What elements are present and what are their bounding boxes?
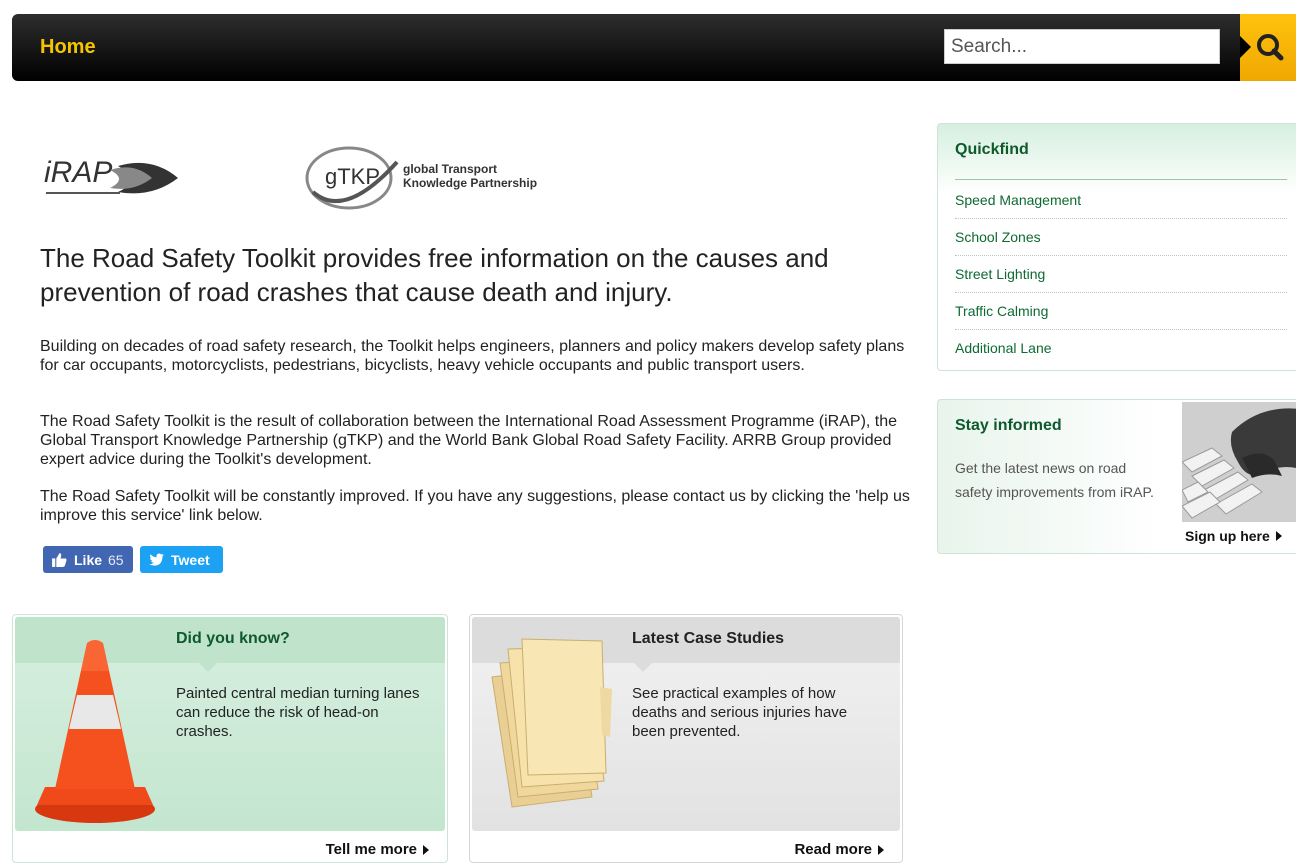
quickfind-link[interactable]: Speed Management — [955, 182, 1287, 219]
gtkp-line2: Knowledge Partnership — [403, 176, 537, 190]
gtkp-logo: gTKP global Transport Knowledge Partners… — [305, 146, 537, 210]
intro-paragraph: Building on decades of road safety resea… — [40, 338, 905, 374]
tell-me-more-label: Tell me more — [325, 841, 417, 858]
sign-up-link[interactable]: Sign up here — [1185, 528, 1282, 544]
header-pointer — [199, 663, 217, 672]
quickfind-title: Quickfind — [955, 141, 1029, 158]
quickfind-link[interactable]: Additional Lane — [955, 330, 1287, 366]
gtkp-line1: global Transport — [403, 162, 497, 176]
keyboard-typing-icon — [1182, 402, 1296, 522]
search-input[interactable] — [944, 29, 1220, 64]
did-you-know-card: Did you know? Painted central median tur… — [12, 614, 448, 863]
divider — [955, 179, 1287, 180]
irap-logo: iRAP — [44, 156, 178, 194]
stay-informed-panel: Stay informed Get the latest news on roa… — [937, 399, 1296, 554]
quickfind-panel: Quickfind Speed Management School Zones … — [937, 123, 1296, 371]
traffic-cone-icon — [35, 640, 155, 823]
quickfind-link[interactable]: Street Lighting — [955, 256, 1287, 293]
arrow-right-icon — [1275, 531, 1282, 541]
tweet-button[interactable]: Tweet — [140, 546, 223, 573]
twitter-bird-icon — [149, 553, 164, 566]
did-you-know-text: Painted central median turning lanes can… — [176, 685, 420, 740]
did-you-know-title: Did you know? — [176, 630, 290, 647]
like-label: Like — [74, 551, 103, 568]
quickfind-link[interactable]: School Zones — [955, 219, 1287, 256]
irap-logo-text: iRAP — [44, 156, 112, 189]
facebook-like-button[interactable]: Like 65 — [43, 546, 133, 573]
folders-icon — [491, 638, 612, 808]
like-count: 65 — [108, 551, 124, 568]
stay-informed-text: Get the latest news on road safety impro… — [955, 460, 1154, 500]
quickfind-list: Speed Management School Zones Street Lig… — [955, 182, 1287, 366]
tweet-label: Tweet — [171, 551, 210, 568]
tell-me-more-link[interactable]: Tell me more — [326, 841, 429, 858]
read-more-label: Read more — [794, 841, 872, 858]
page-headline: The Road Safety Toolkit provides free in… — [40, 243, 829, 307]
read-more-link[interactable]: Read more — [794, 841, 884, 858]
arrow-right-icon — [878, 844, 884, 855]
case-studies-title: Latest Case Studies — [632, 630, 785, 647]
home-link[interactable]: Home — [40, 36, 96, 59]
arrow-right-icon — [423, 844, 429, 855]
search-icon — [1257, 34, 1284, 61]
sign-up-label: Sign up here — [1185, 528, 1270, 544]
top-nav-bar: Home — [12, 14, 1296, 81]
intro-paragraph: The Road Safety Toolkit is the result of… — [40, 413, 898, 468]
search-button[interactable] — [1240, 14, 1296, 81]
header-pointer — [634, 663, 652, 672]
intro-paragraph: The Road Safety Toolkit will be constant… — [40, 488, 910, 524]
gtkp-mark: gTKP — [325, 164, 380, 189]
stay-informed-title: Stay informed — [955, 417, 1062, 434]
case-studies-text: See practical examples of how deaths and… — [632, 685, 848, 740]
thumbs-up-icon — [52, 553, 67, 567]
case-studies-card: Latest Case Studies See practical exampl… — [469, 614, 903, 863]
quickfind-link[interactable]: Traffic Calming — [955, 293, 1287, 330]
